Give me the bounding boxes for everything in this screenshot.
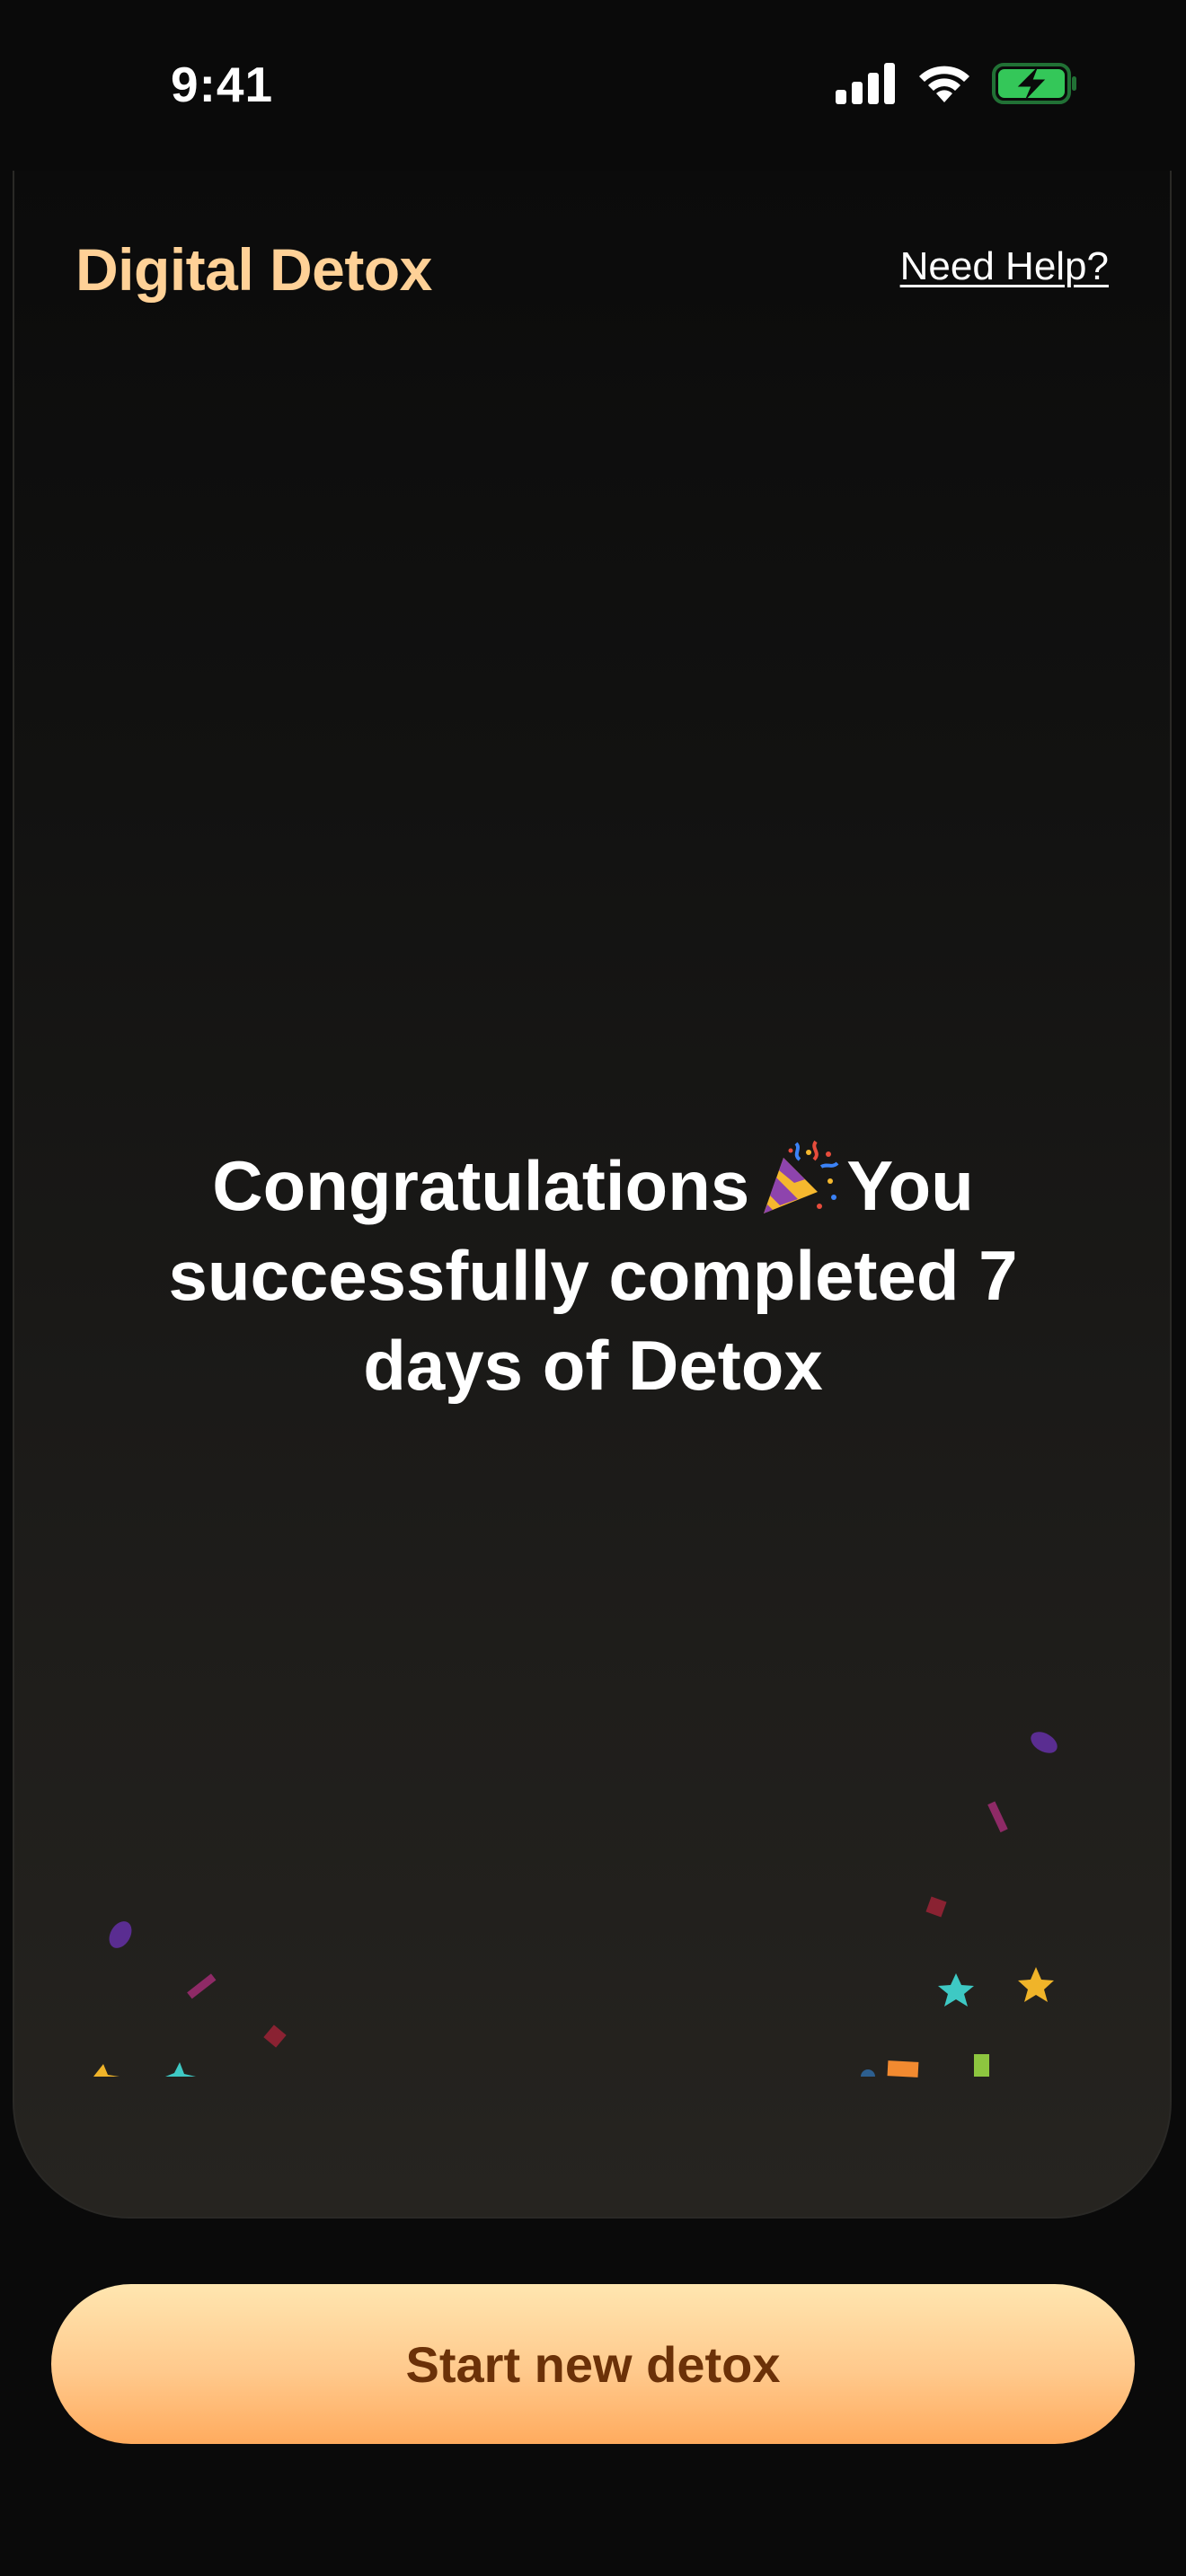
battery-charging-icon <box>992 63 1078 109</box>
party-popper-icon <box>757 1136 839 1219</box>
message-part-1: Congratulations <box>212 1146 750 1225</box>
wifi-icon <box>916 63 972 109</box>
start-new-detox-button[interactable]: Start new detox <box>51 2284 1135 2444</box>
cellular-signal-icon <box>836 63 897 109</box>
status-time: 9:41 <box>171 57 274 112</box>
start-new-detox-label: Start new detox <box>405 2335 781 2393</box>
congratulations-message: Congratulations You successfully complet… <box>117 1136 1069 1410</box>
app-title: Digital Detox <box>75 236 432 303</box>
need-help-link[interactable]: Need Help? <box>900 244 1109 289</box>
status-bar: 9:41 <box>0 0 1186 171</box>
status-icons <box>836 63 1078 109</box>
